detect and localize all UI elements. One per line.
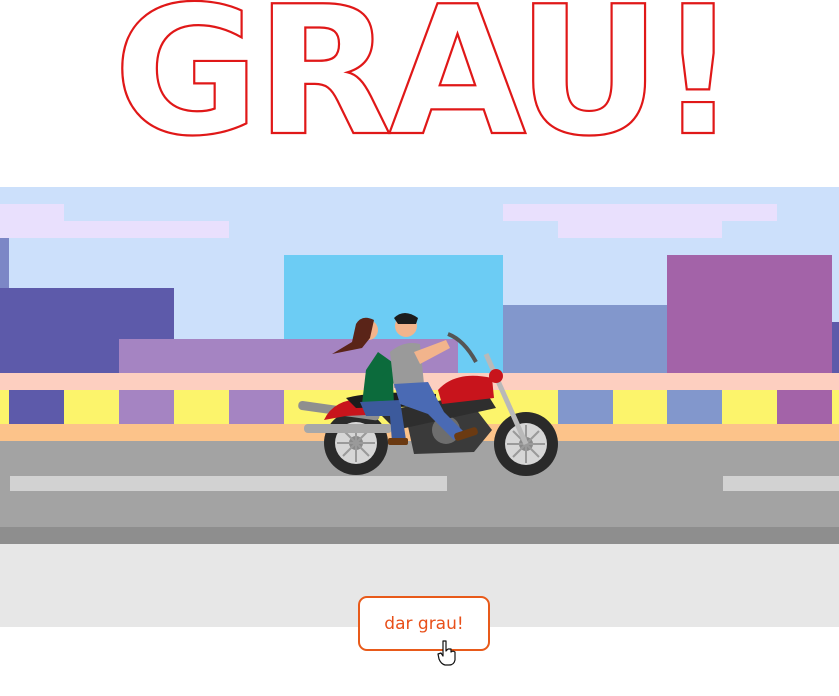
road-stripe <box>723 476 839 491</box>
handlebar <box>447 332 478 363</box>
railing-panel <box>119 390 174 424</box>
building <box>832 322 839 373</box>
curb <box>0 527 839 544</box>
cloud <box>503 204 777 221</box>
hand-pointer-icon <box>437 640 456 666</box>
dar-grau-button[interactable]: dar grau! <box>358 596 490 651</box>
railing-panel <box>229 390 284 424</box>
building <box>667 255 832 373</box>
railing-panel <box>9 390 64 424</box>
motorcycle-scene <box>0 187 839 627</box>
cloud <box>0 221 229 238</box>
railing-panel <box>667 390 722 424</box>
cloud <box>558 221 722 238</box>
railing-panel <box>558 390 613 424</box>
cloud <box>0 204 64 221</box>
rear-wheel <box>324 411 388 475</box>
title-graphic: GRAU! <box>112 0 739 150</box>
exhaust-pipe <box>304 424 392 433</box>
headlight <box>489 369 503 383</box>
title-text: GRAU! <box>113 0 734 150</box>
page-title: GRAU! <box>0 0 839 150</box>
motorcycle-illustration <box>298 313 558 476</box>
railing-panel <box>777 390 832 424</box>
